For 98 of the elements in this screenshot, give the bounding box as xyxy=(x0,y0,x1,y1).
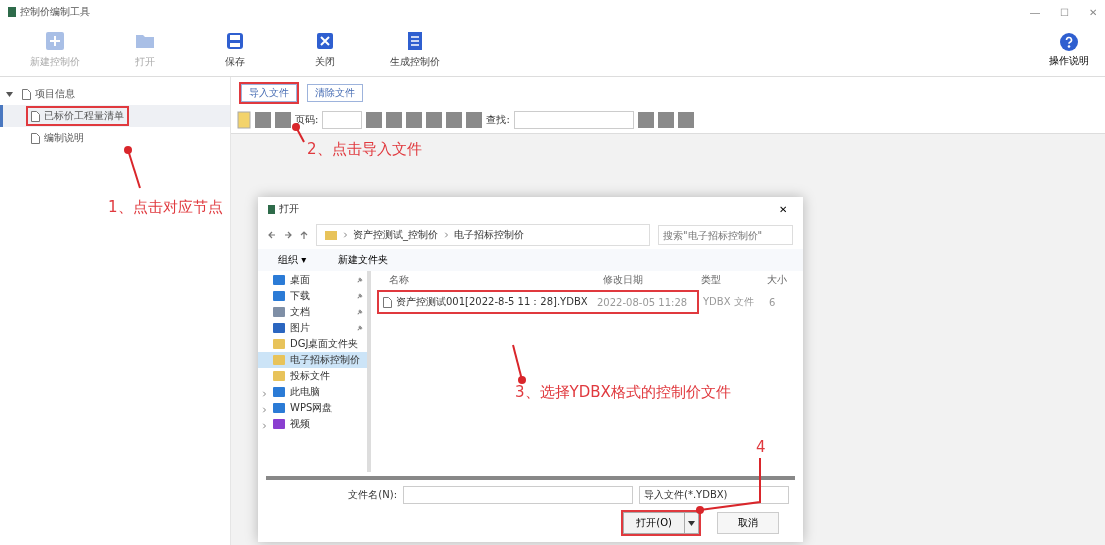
page-icon xyxy=(383,296,392,308)
video-icon xyxy=(272,418,286,430)
toolbar-button[interactable]: 保存 xyxy=(190,30,280,70)
expand-chevron-icon xyxy=(261,407,267,413)
nav-item[interactable]: DGJ桌面文件夹 xyxy=(258,336,367,352)
file-size: 6 xyxy=(769,296,776,308)
file-button[interactable]: 导入文件 xyxy=(239,82,299,104)
dialog-title: 打开 xyxy=(279,202,299,216)
column-header[interactable]: 修改日期 xyxy=(603,273,701,287)
search-field[interactable]: 搜索"电子招标控制价" xyxy=(658,225,793,245)
image-icon xyxy=(272,322,286,334)
viewer-tool-button[interactable] xyxy=(637,112,654,128)
filename-label: 文件名(N): xyxy=(348,488,397,502)
forward-arrow-icon xyxy=(284,231,292,239)
nav-item[interactable]: 投标文件 xyxy=(258,368,367,384)
help-button[interactable]: 操作说明 xyxy=(1043,31,1095,69)
command-button[interactable]: 组织 ▾ xyxy=(272,252,313,268)
viewer-tool-button[interactable] xyxy=(406,112,423,128)
nav-item[interactable]: 视频 xyxy=(258,416,367,432)
window-control[interactable]: ☐ xyxy=(1060,6,1069,18)
window-title: 控制价编制工具 xyxy=(20,5,90,19)
file-row[interactable]: 资产控测试001[2022-8-5 11：28].YDBX 2022-08-05 11:28 xyxy=(377,290,699,314)
breadcrumb[interactable]: 电子招标控制价 xyxy=(454,228,524,242)
file-type-dropdown[interactable]: 导入文件(*.YDBX) xyxy=(639,486,789,504)
viewer-tool-button[interactable] xyxy=(466,112,483,128)
plus-icon xyxy=(45,31,65,51)
annotation-text: 1、点击对应节点 xyxy=(108,198,223,217)
column-header[interactable]: 类型 xyxy=(701,273,767,287)
tree-item[interactable]: 项目信息 xyxy=(17,84,80,104)
page-icon xyxy=(31,110,40,122)
annotation-text: 4 xyxy=(756,438,766,456)
nav-item[interactable]: 下载 xyxy=(258,288,367,304)
page-field[interactable] xyxy=(322,111,363,129)
annotation-arrow xyxy=(512,344,526,384)
toolbar-button[interactable]: 生成控制价 xyxy=(370,30,460,70)
download-icon xyxy=(272,290,286,302)
viewer-tool-button[interactable] xyxy=(446,112,463,128)
back-arrow-icon xyxy=(268,231,276,239)
window-control[interactable]: ✕ xyxy=(1089,6,1097,18)
chevron-icon xyxy=(342,232,348,238)
page-icon xyxy=(31,132,40,144)
expand-chevron-icon xyxy=(261,391,267,397)
viewer-tool-button[interactable] xyxy=(657,112,674,128)
expand-caret-icon[interactable] xyxy=(6,90,13,98)
command-button[interactable]: 新建文件夹 xyxy=(332,252,395,268)
computer-icon xyxy=(272,386,286,398)
document-icon xyxy=(405,31,425,51)
folder-icon xyxy=(272,370,286,382)
help-icon xyxy=(1060,32,1078,51)
page-icon xyxy=(22,88,31,100)
save-icon xyxy=(225,31,245,51)
close-icon xyxy=(315,31,335,51)
file-type: YDBX 文件 xyxy=(702,295,755,309)
viewer-tool-button[interactable] xyxy=(366,112,383,128)
viewer-tool-button[interactable] xyxy=(386,112,403,128)
window-control[interactable]: — xyxy=(1030,6,1040,18)
nav-item[interactable]: 文档 xyxy=(258,304,367,320)
cloud-icon xyxy=(272,402,286,414)
dropdown-button[interactable] xyxy=(684,513,698,533)
find-label: 查找: xyxy=(486,113,510,127)
folder-icon xyxy=(325,230,337,240)
desktop-icon xyxy=(272,274,286,286)
viewer-tool-button[interactable] xyxy=(426,112,443,128)
forward-button[interactable] xyxy=(284,231,292,239)
nav-item[interactable]: WPS网盘 xyxy=(258,400,367,416)
close-button[interactable]: ✕ xyxy=(773,202,793,216)
app-icon xyxy=(8,7,16,17)
up-arrow-icon xyxy=(300,231,308,239)
folder-icon xyxy=(272,338,286,350)
nav-item[interactable]: 图片 xyxy=(258,320,367,336)
column-header[interactable]: 大小 xyxy=(767,273,797,287)
annotation-arrow xyxy=(292,123,305,143)
chevron-icon xyxy=(443,232,449,238)
filename-field[interactable] xyxy=(403,486,633,504)
expand-chevron-icon xyxy=(261,423,267,429)
annotation-text: 3、选择YDBX格式的控制价文件 xyxy=(515,383,731,402)
nav-item[interactable]: 电子招标控制价 xyxy=(258,352,367,368)
nav-item[interactable]: 此电脑 xyxy=(258,384,367,400)
tree-item[interactable]: 编制说明 xyxy=(26,128,89,148)
back-button[interactable] xyxy=(268,231,276,239)
folder-icon xyxy=(272,354,286,366)
document-icon xyxy=(272,306,286,318)
file-button[interactable]: 清除文件 xyxy=(305,82,365,104)
annotation-arrow xyxy=(124,146,141,189)
find-field[interactable] xyxy=(513,111,634,129)
toolbar-button[interactable]: 关闭 xyxy=(280,30,370,70)
address-bar[interactable]: 资产控测试_控制价 电子招标控制价 xyxy=(316,224,650,246)
viewer-tool-button[interactable] xyxy=(677,112,694,128)
cancel-button[interactable]: 取消 xyxy=(717,512,779,534)
column-header[interactable]: 名称 xyxy=(377,273,603,287)
breadcrumb[interactable]: 资产控测试_控制价 xyxy=(353,228,438,242)
nav-item[interactable]: 桌面 xyxy=(258,272,367,288)
annotation-text: 2、点击导入文件 xyxy=(307,140,422,159)
app-icon xyxy=(268,204,275,214)
page-label: 页码: xyxy=(295,113,319,127)
up-button[interactable] xyxy=(300,231,308,239)
tree-item[interactable]: 已标价工程量清单 xyxy=(26,106,129,126)
caret-icon xyxy=(688,520,695,526)
